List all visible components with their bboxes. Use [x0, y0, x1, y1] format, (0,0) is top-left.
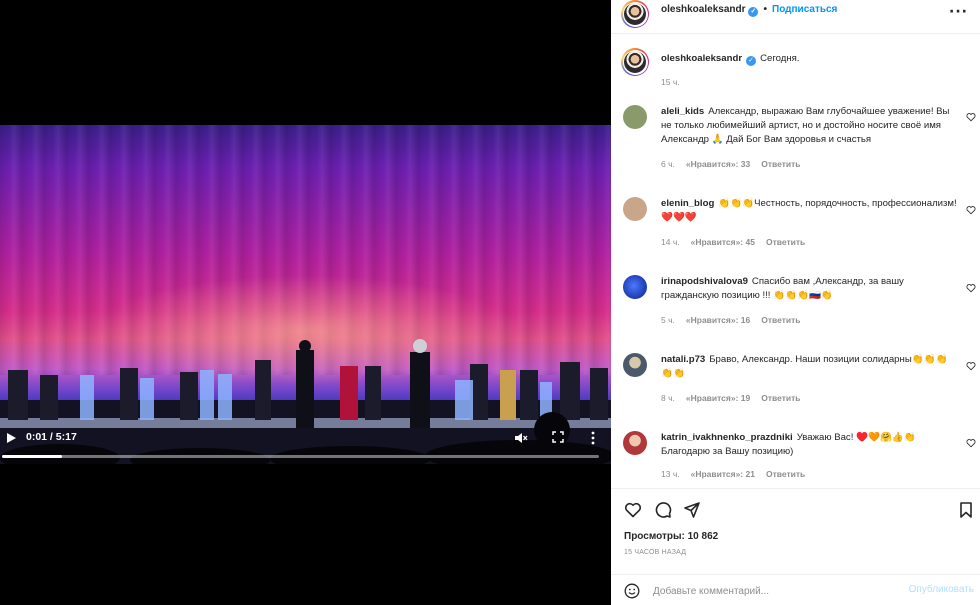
comment-meta: 14 ч. «Нравится»: 45 Ответить: [661, 237, 816, 247]
comment-likes[interactable]: «Нравится»: 16: [686, 315, 750, 325]
comment-likes[interactable]: «Нравится»: 19: [686, 393, 750, 403]
comment-likes[interactable]: «Нравится»: 21: [691, 469, 755, 479]
comment-text: aleli_kids Александр, выражаю Вам глубоча…: [661, 105, 957, 147]
add-comment-bar: Опубликовать: [611, 574, 980, 605]
mute-icon[interactable]: [514, 431, 528, 445]
author-username[interactable]: oleshkoaleksandr: [661, 4, 745, 15]
commenter-avatar[interactable]: [623, 105, 647, 129]
fullscreen-icon[interactable]: [552, 431, 564, 443]
comment-time[interactable]: 6 ч.: [661, 159, 675, 169]
reply-button[interactable]: Ответить: [761, 315, 800, 325]
video-frame[interactable]: [0, 125, 611, 464]
views-count[interactable]: Просмотры: 10 862: [624, 531, 718, 542]
commenter-avatar[interactable]: [623, 197, 647, 221]
verified-icon: ✓: [746, 56, 757, 66]
comment-body: Александр, выражаю Вам глубочайшее уваже…: [661, 106, 950, 145]
comment-time[interactable]: 13 ч.: [661, 469, 680, 479]
verified-icon: ✓: [748, 7, 759, 17]
comment-likes[interactable]: «Нравится»: 33: [686, 159, 750, 169]
author-avatar[interactable]: [621, 0, 649, 28]
author-avatar[interactable]: [621, 48, 649, 76]
reply-button[interactable]: Ответить: [766, 469, 805, 479]
comment-input[interactable]: [653, 582, 893, 600]
video-player[interactable]: 0:01 / 5:17: [0, 0, 611, 605]
more-horizontal-icon[interactable]: ···: [949, 4, 968, 20]
commenter-avatar[interactable]: [623, 431, 647, 455]
heart-icon[interactable]: [624, 501, 642, 519]
caption-time[interactable]: 15 ч.: [661, 77, 680, 87]
comment-meta: 5 ч. «Нравится»: 16 Ответить: [661, 315, 812, 325]
post-side-panel: oleshkoaleksandr ✓ • Подписаться ··· oleshk…: [611, 0, 980, 605]
video-progress-fill: [2, 455, 62, 458]
comment-text: katrin_ivakhnenko_prazdniki Уважаю Вас! ♥…: [661, 431, 957, 459]
comment-username[interactable]: aleli_kids: [661, 106, 704, 117]
commenter-avatar[interactable]: [623, 275, 647, 299]
video-time: 0:01 / 5:17: [26, 431, 77, 443]
comments-list: oleshkoaleksandr ✓ Сегодня. 15 ч. aleli_ki…: [611, 35, 980, 488]
emoji-icon[interactable]: [624, 583, 640, 599]
post-actions: Просмотры: 10 862 15 ЧАСОВ НАЗАД Опублик…: [611, 488, 980, 605]
comment-icon[interactable]: [654, 501, 672, 519]
comment-meta: 6 ч. «Нравится»: 33 Ответить: [661, 159, 812, 169]
follow-button[interactable]: Подписаться: [772, 4, 837, 15]
comment-text: natali.p73 Браво, Александр. Наши позиции…: [661, 353, 957, 381]
heart-icon[interactable]: [966, 438, 976, 448]
comment-meta: 13 ч. «Нравится»: 21 Ответить: [661, 469, 816, 479]
commenter-avatar[interactable]: [623, 353, 647, 377]
comment-username[interactable]: natali.p73: [661, 354, 705, 365]
separator-dot: •: [763, 4, 767, 15]
caption-username[interactable]: oleshkoaleksandr: [661, 53, 742, 64]
reply-button[interactable]: Ответить: [761, 159, 800, 169]
caption-text: oleshkoaleksandr ✓ Сегодня.: [661, 52, 957, 66]
comment-text: elenin_blog 👏👏👏Честность, порядочность, п…: [661, 197, 957, 225]
share-icon[interactable]: [683, 501, 701, 519]
author-line: oleshkoaleksandr ✓ • Подписаться: [661, 4, 837, 17]
caption-meta: 15 ч.: [661, 77, 691, 87]
publish-button[interactable]: Опубликовать: [909, 584, 974, 595]
comment-username[interactable]: elenin_blog: [661, 198, 714, 209]
reply-button[interactable]: Ответить: [766, 237, 805, 247]
caption-body: Сегодня.: [760, 53, 800, 64]
comment-time[interactable]: 8 ч.: [661, 393, 675, 403]
comment-username[interactable]: irinapodshivalova9: [661, 276, 748, 287]
comment-likes[interactable]: «Нравится»: 45: [691, 237, 755, 247]
comment-time[interactable]: 5 ч.: [661, 315, 675, 325]
comment-username[interactable]: katrin_ivakhnenko_prazdniki: [661, 432, 793, 443]
heart-icon[interactable]: [966, 205, 976, 215]
heart-icon[interactable]: [966, 361, 976, 371]
comment-time[interactable]: 14 ч.: [661, 237, 680, 247]
heart-icon[interactable]: [966, 283, 976, 293]
post-timestamp[interactable]: 15 ЧАСОВ НАЗАД: [624, 549, 686, 556]
heart-icon[interactable]: [966, 112, 976, 122]
video-progress-bar[interactable]: [2, 455, 599, 458]
play-icon[interactable]: [4, 431, 18, 445]
video-controls: 0:01 / 5:17: [0, 425, 611, 465]
post-header: oleshkoaleksandr ✓ • Подписаться ···: [611, 0, 980, 34]
comment-text: irinapodshivalova9 Спасибо вам ,Александр…: [661, 275, 957, 303]
more-vertical-icon[interactable]: [589, 431, 597, 445]
bookmark-icon[interactable]: [957, 501, 975, 519]
comment-meta: 8 ч. «Нравится»: 19 Ответить: [661, 393, 812, 403]
reply-button[interactable]: Ответить: [761, 393, 800, 403]
